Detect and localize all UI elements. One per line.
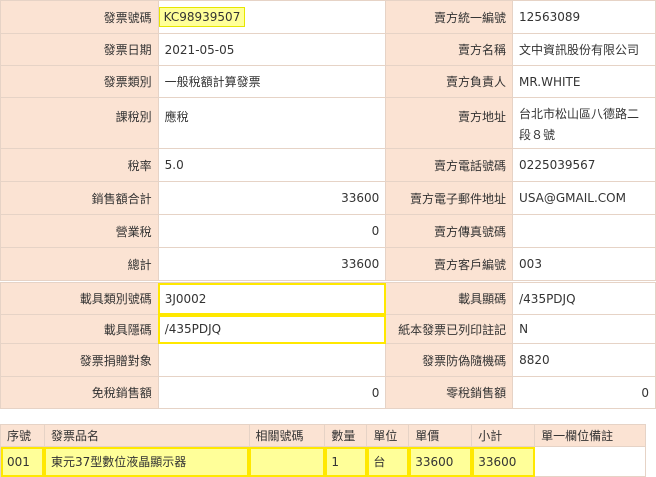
col-unit-header: 單位 xyxy=(366,424,410,447)
invoice-type-value: 一般稅額計算發票 xyxy=(157,65,387,98)
item-subtotal: 33600 xyxy=(471,446,536,477)
invoice-row: 發票號碼 KC98939507 賣方統一編號 12563089 xyxy=(0,0,656,34)
invoice-row: 發票類別 一般稅額計算發票 賣方負責人 MR.WHITE xyxy=(0,65,656,98)
seller-fax-value xyxy=(512,214,656,248)
carrier-row: 載具類別號碼 3J0002 載具顯碼 /435PDJQ xyxy=(0,282,656,315)
items-header-row: 序號 發票品名 相關號碼 數量 單位 單價 小計 單一欄位備註 xyxy=(0,424,646,447)
invoice-row: 銷售額合計 33600 賣方電子郵件地址 USA@GMAIL.COM xyxy=(0,181,656,215)
tax-type-label: 課稅別 xyxy=(0,97,159,149)
sales-total-label: 銷售額合計 xyxy=(0,181,159,215)
invoice-date-label: 發票日期 xyxy=(0,33,159,66)
col-name-header: 發票品名 xyxy=(43,424,250,447)
invoice-info-table: 發票號碼 KC98939507 賣方統一編號 12563089 發票日期 202… xyxy=(0,0,656,281)
seller-phone-value: 0225039567 xyxy=(512,148,656,182)
carrier-visible-code-value: /435PDJQ xyxy=(512,282,656,315)
grand-total-label: 總計 xyxy=(0,247,159,281)
item-price: 33600 xyxy=(408,446,473,477)
seller-email-label: 賣方電子郵件地址 xyxy=(385,181,514,215)
seller-customer-no-label: 賣方客戶編號 xyxy=(385,247,514,281)
zero-tax-sales-label: 零稅銷售額 xyxy=(385,376,514,409)
donation-target-label: 發票捐贈對象 xyxy=(0,343,159,377)
tax-free-sales-label: 免稅銷售額 xyxy=(0,376,159,409)
seller-owner-value: MR.WHITE xyxy=(512,65,656,98)
paper-printed-mark-label: 紙本發票已列印註記 xyxy=(385,314,514,344)
carrier-row: 發票捐贈對象 發票防偽隨機碼 8820 xyxy=(0,343,656,377)
invoice-row: 總計 33600 賣方客戶編號 003 xyxy=(0,247,656,281)
donation-target-value xyxy=(157,343,387,377)
seller-phone-label: 賣方電話號碼 xyxy=(385,148,514,182)
col-subtotal-header: 小計 xyxy=(471,424,536,447)
item-qty: 1 xyxy=(324,446,368,477)
invoice-row: 稅率 5.0 賣方電話號碼 0225039567 xyxy=(0,148,656,182)
item-name: 東元37型數位液晶顯示器 xyxy=(43,446,250,477)
random-code-value: 8820 xyxy=(512,343,656,377)
col-note-header: 單一欄位備註 xyxy=(534,424,646,447)
item-note xyxy=(534,446,646,477)
seller-fax-label: 賣方傳真號碼 xyxy=(385,214,514,248)
carrier-hidden-code-label: 載具隱碼 xyxy=(0,314,159,344)
business-tax-value: 0 xyxy=(157,214,387,248)
tax-free-sales-value: 0 xyxy=(157,376,387,409)
invoice-number-label: 發票號碼 xyxy=(0,0,159,34)
tax-type-value: 應稅 xyxy=(157,97,387,149)
seller-email-value: USA@GMAIL.COM xyxy=(512,181,656,215)
carrier-hidden-code-value: /435PDJQ xyxy=(157,314,387,344)
paper-printed-mark-value: N xyxy=(512,314,656,344)
invoice-row: 課稅別 應稅 賣方地址 台北市松山區八德路二段８號 xyxy=(0,97,656,149)
grand-total-value: 33600 xyxy=(157,247,387,281)
tax-rate-value: 5.0 xyxy=(157,148,387,182)
seller-customer-no-value: 003 xyxy=(512,247,656,281)
business-tax-label: 營業稅 xyxy=(0,214,159,248)
carrier-info-table: 載具類別號碼 3J0002 載具顯碼 /435PDJQ 載具隱碼 /435PDJ… xyxy=(0,282,656,409)
invoice-row: 營業稅 0 賣方傳真號碼 xyxy=(0,214,656,248)
invoice-date-value: 2021-05-05 xyxy=(157,33,387,66)
random-code-label: 發票防偽隨機碼 xyxy=(385,343,514,377)
seller-address-value: 台北市松山區八德路二段８號 xyxy=(512,97,656,149)
table-row: 001 東元37型數位液晶顯示器 1 台 33600 33600 xyxy=(0,446,646,477)
col-ref-header: 相關號碼 xyxy=(248,424,326,447)
zero-tax-sales-value: 0 xyxy=(512,376,656,409)
col-seq-header: 序號 xyxy=(0,424,45,447)
carrier-row: 免稅銷售額 0 零稅銷售額 0 xyxy=(0,376,656,409)
seller-owner-label: 賣方負責人 xyxy=(385,65,514,98)
invoice-number-value: KC98939507 xyxy=(158,7,246,27)
seller-tax-id-label: 賣方統一編號 xyxy=(385,0,514,34)
tax-rate-label: 稅率 xyxy=(0,148,159,182)
seller-tax-id-value: 12563089 xyxy=(512,0,656,34)
carrier-visible-code-label: 載具顯碼 xyxy=(385,282,514,315)
item-ref xyxy=(248,446,326,477)
carrier-type-no-value: 3J0002 xyxy=(157,282,387,315)
col-qty-header: 數量 xyxy=(324,424,368,447)
item-seq: 001 xyxy=(0,446,45,477)
invoice-type-label: 發票類別 xyxy=(0,65,159,98)
seller-address-label: 賣方地址 xyxy=(385,97,514,149)
carrier-row: 載具隱碼 /435PDJQ 紙本發票已列印註記 N xyxy=(0,314,656,344)
item-unit: 台 xyxy=(366,446,410,477)
items-table: 序號 發票品名 相關號碼 數量 單位 單價 小計 單一欄位備註 001 東元37… xyxy=(0,424,646,477)
seller-name-label: 賣方名稱 xyxy=(385,33,514,66)
seller-name-value: 文中資訊股份有限公司 xyxy=(512,33,656,66)
invoice-row: 發票日期 2021-05-05 賣方名稱 文中資訊股份有限公司 xyxy=(0,33,656,66)
carrier-type-no-label: 載具類別號碼 xyxy=(0,282,159,315)
sales-total-value: 33600 xyxy=(157,181,387,215)
col-price-header: 單價 xyxy=(408,424,473,447)
